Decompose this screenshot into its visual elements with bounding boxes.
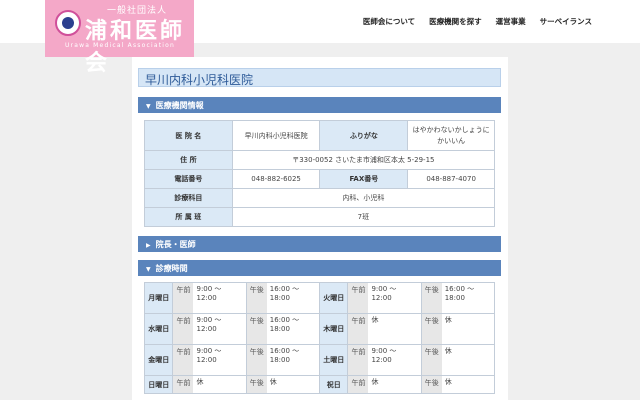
slot-time: 休 [371,316,379,324]
time-slot: 午後 16:00 〜 18:00 [245,282,320,314]
emblem-icon [55,10,81,36]
am-label: 午前 [348,376,369,393]
fax-label: FAX番号 [319,169,409,189]
am-label: 午前 [173,345,194,375]
section-hours-header[interactable]: ▼ 診療時間 [138,260,501,276]
triangle-down-icon: ▼ [146,103,151,110]
clinic-address: 〒330-0052 さいたま市浦和区本太 5-29-15 [231,150,496,170]
section-doctor-header[interactable]: ▶ 院長・医師 [138,236,501,252]
slot-time: 休 [444,316,452,324]
clinic-group: 7班 [231,207,496,227]
pm-label: 午後 [421,283,442,313]
time-slot: 午後休 [245,375,320,394]
pm-label: 午後 [246,376,267,393]
clinic-phone[interactable]: 048-882-6025 [231,169,321,189]
clinic-kana: はやかわないかしょうにかいいん [407,120,495,151]
am-label: 午前 [173,314,194,344]
nav-find-clinic[interactable]: 医療機関を探す [429,16,482,27]
time-slot: 午後休 [420,344,496,376]
nav-about[interactable]: 医師会について [363,16,415,27]
clinic-fax: 048-887-4070 [407,169,495,189]
site-header: 一般社団法人 浦和医師会 Urawa Medical Association 医… [0,0,640,76]
hours-table: 月曜日 午前 9:00 〜 12:00 午後 16:00 〜 18:00 火曜日 午… [143,282,496,394]
clinic-departments: 内科、小児科 [231,188,496,208]
time-slot: 午前 9:00 〜 12:00 [172,344,247,376]
slot-time: 休 [444,378,452,386]
day-label: 月曜日 [143,282,174,314]
pm-label: 午後 [246,314,267,344]
slot-time: 9:00 〜 12:00 [196,285,222,303]
slot-time: 休 [196,378,204,386]
kana-label: ふりがな [319,120,409,151]
pm-label: 午後 [421,376,442,393]
am-label: 午前 [348,345,369,375]
triangle-down-icon: ▼ [146,266,151,273]
time-slot: 午前休 [347,313,422,345]
clinic-name: 早川内科小児科医院 [231,120,321,151]
slot-time: 16:00 〜 18:00 [444,285,475,303]
main-nav: 医師会について 医療機関を探す 運営事業 サーベイランス [363,16,592,27]
slot-time: 休 [444,347,452,355]
pm-label: 午後 [246,345,267,375]
phone-label: 電話番号 [144,169,233,189]
time-slot: 午前 9:00 〜 12:00 [347,282,422,314]
slot-time: 9:00 〜 12:00 [196,347,222,365]
am-label: 午前 [348,314,369,344]
group-label: 所 属 班 [144,207,233,227]
slot-time: 16:00 〜 18:00 [269,316,300,334]
day-label: 日曜日 [143,375,174,394]
slot-time: 16:00 〜 18:00 [269,285,300,303]
time-slot: 午前 9:00 〜 12:00 [172,282,247,314]
dept-label: 診療科目 [144,188,233,208]
nav-projects[interactable]: 運営事業 [496,16,526,27]
time-slot: 午前休 [347,375,422,394]
time-slot: 午後休 [420,313,496,345]
section-hours-label: 診療時間 [155,264,188,273]
day-label: 金曜日 [143,344,174,376]
slot-time: 9:00 〜 12:00 [371,285,397,303]
section-info-label: 医療機関情報 [155,101,204,110]
pm-label: 午後 [421,314,442,344]
address-label: 住 所 [144,150,233,170]
slot-time: 9:00 〜 12:00 [196,316,222,334]
time-slot: 午前休 [172,375,247,394]
time-slot: 午後 16:00 〜 18:00 [245,344,320,376]
time-slot: 午後休 [420,375,496,394]
pm-label: 午後 [421,345,442,375]
nav-surveillance[interactable]: サーベイランス [540,16,592,27]
site-logo[interactable]: 一般社団法人 浦和医師会 Urawa Medical Association [45,0,194,76]
day-label: 水曜日 [143,313,174,345]
am-label: 午前 [348,283,369,313]
name-label: 医 院 名 [144,120,233,151]
clinic-info-table: 医 院 名 早川内科小児科医院 ふりがな はやかわないかしょうにかいいん 住 所… [144,120,496,227]
day-label: 祝日 [318,375,349,394]
time-slot: 午前 9:00 〜 12:00 [347,344,422,376]
slot-time: 16:00 〜 18:00 [269,347,300,365]
section-info-header[interactable]: ▼ 医療機関情報 [138,97,501,113]
time-slot: 午前 9:00 〜 12:00 [172,313,247,345]
slot-time: 9:00 〜 12:00 [371,347,397,365]
section-doctor-label: 院長・医師 [155,240,196,249]
slot-time: 休 [371,378,379,386]
am-label: 午前 [173,376,194,393]
logo-english: Urawa Medical Association [64,42,176,49]
day-label: 火曜日 [318,282,349,314]
am-label: 午前 [173,283,194,313]
day-label: 木曜日 [318,313,349,345]
slot-time: 休 [269,378,277,386]
time-slot: 午後 16:00 〜 18:00 [420,282,496,314]
time-slot: 午後 16:00 〜 18:00 [245,313,320,345]
triangle-right-icon: ▶ [146,242,151,249]
page-title: 早川内科小児科医院 [138,68,501,87]
pm-label: 午後 [246,283,267,313]
day-label: 土曜日 [318,344,349,376]
